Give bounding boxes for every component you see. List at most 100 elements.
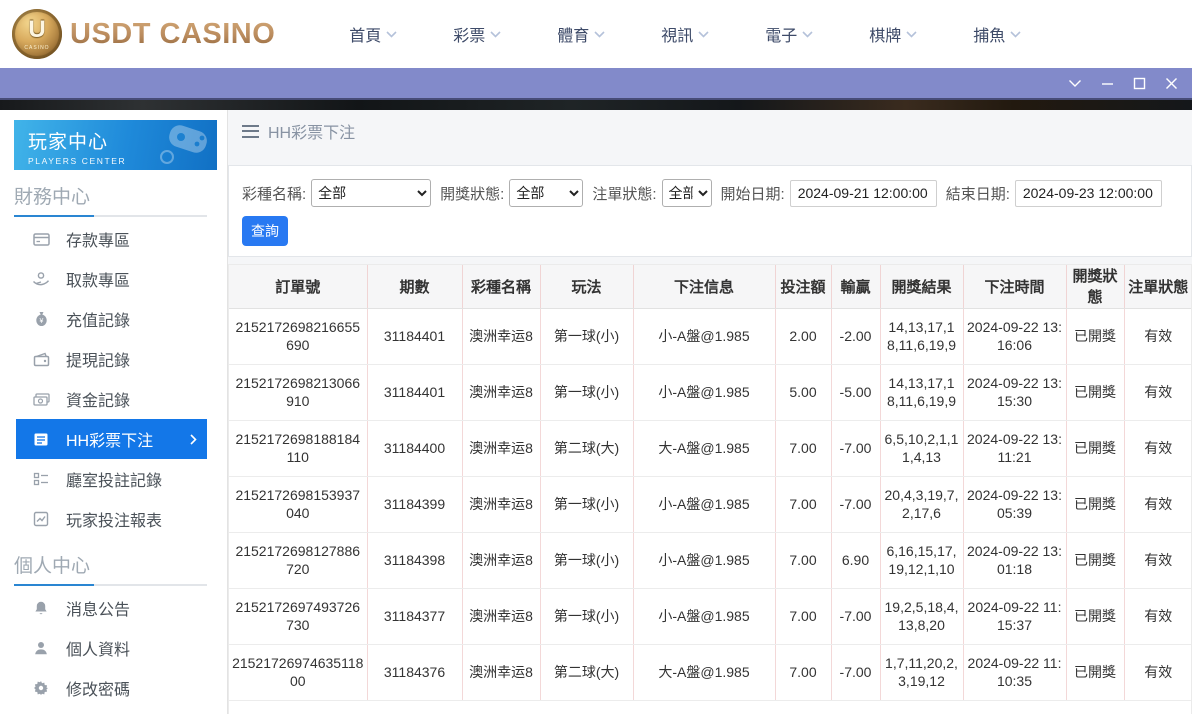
cell-play: 第一球(小) — [540, 308, 634, 365]
nav-label: 首頁 — [349, 28, 382, 45]
cell-win-loss: -5.00 — [831, 364, 881, 421]
sidebar-item-withdraw[interactable]: 取款專區 — [16, 259, 207, 299]
coin-letter: U — [28, 16, 46, 43]
cell-period: 31184400 — [367, 420, 463, 477]
draw-status-select[interactable]: 全部 — [509, 179, 584, 207]
cell-bet-time: 2024-09-22 11:15:37 — [963, 588, 1067, 645]
col-period: 期數 — [367, 265, 463, 309]
sidebar-item-label: 修改密碼 — [66, 682, 131, 699]
cell-lottery-name: 澳洲幸运8 — [462, 308, 541, 365]
ledger-book-icon — [32, 430, 50, 448]
cell-bet-info: 小-A盤@1.985 — [633, 364, 776, 421]
cell-bet-amount: 2.00 — [775, 308, 832, 365]
sidebar-item-recharge-record[interactable]: ¥ 充值記錄 — [16, 299, 207, 339]
menu-toggle-icon[interactable] — [242, 124, 259, 138]
table-row[interactable]: 2152172698127886720 31184398 澳洲幸运8 第一球(小… — [229, 532, 1191, 589]
sidebar-item-label: 存款專區 — [66, 233, 131, 250]
filter-label: 開獎狀態: — [440, 185, 505, 203]
cell-bet-time: 2024-09-22 13:15:30 — [963, 364, 1067, 421]
col-bet-amount: 投注額 — [775, 265, 832, 309]
cell-period: 31184398 — [367, 532, 463, 589]
filter-lottery-name: 彩種名稱: 全部 — [242, 179, 432, 207]
end-date-input[interactable] — [1014, 179, 1162, 207]
table-row[interactable]: 2152172698188184110 31184400 澳洲幸运8 第二球(大… — [229, 420, 1191, 477]
cell-play: 第一球(小) — [540, 476, 634, 533]
search-button[interactable]: 查詢 — [242, 216, 288, 246]
filter-actions: 查詢 — [242, 216, 1181, 246]
cell-bet-amount: 5.00 — [775, 364, 832, 421]
filter-label: 結束日期: — [945, 185, 1010, 203]
nav-label: 捕魚 — [973, 28, 1006, 45]
cell-play: 第一球(小) — [540, 532, 634, 589]
nav-item-sports[interactable]: 體育 — [529, 22, 633, 46]
nav-item-slots[interactable]: 電子 — [737, 22, 841, 46]
chevron-right-icon — [190, 433, 197, 445]
cell-period: 31184401 — [367, 308, 463, 365]
sidebar-item-change-password[interactable]: 修改密碼 — [16, 668, 207, 708]
table-row[interactable]: 2152172697493726730 31184377 澳洲幸运8 第一球(小… — [229, 588, 1191, 645]
sidebar-item-label: HH彩票下注 — [66, 433, 154, 450]
section-finance-label: 財務中心 — [14, 187, 91, 208]
sidebar-item-hh-lottery-bets[interactable]: HH彩票下注 — [16, 419, 207, 459]
sidebar-item-player-bet-report[interactable]: 玩家投注報表 — [16, 499, 207, 539]
sidebar-item-label: 提現記錄 — [66, 353, 131, 370]
personal-menu: 消息公告 個人資料 修改密碼 — [0, 588, 227, 708]
table-row[interactable]: 2152172698216655690 31184401 澳洲幸运8 第一球(小… — [229, 308, 1191, 365]
cell-play: 第一球(小) — [540, 588, 634, 645]
sidebar-item-label: 廳室投註記錄 — [66, 473, 163, 490]
cell-draw-result: 20,4,3,19,7,2,17,6 — [880, 476, 964, 533]
table-row[interactable]: 2152172697463511800 31184376 澳洲幸运8 第二球(大… — [229, 644, 1191, 701]
table-body: 2152172698216655690 31184401 澳洲幸运8 第一球(小… — [229, 308, 1191, 701]
sidebar-item-label: 消息公告 — [66, 602, 131, 619]
nav-label: 體育 — [557, 28, 590, 45]
filter-end-date: 結束日期: — [945, 179, 1162, 207]
col-order-status: 注單狀態 — [1124, 265, 1191, 309]
cell-lottery-name: 澳洲幸运8 — [462, 476, 541, 533]
cell-order-no: 2152172698127886720 — [229, 532, 368, 589]
filter-row: 彩種名稱: 全部 開獎狀態: 全部 注單狀態: 全部 開始日期: 結束日期: — [242, 179, 1181, 207]
nav-item-live[interactable]: 視訊 — [633, 22, 737, 46]
collapse-chevron-icon[interactable] — [1068, 79, 1082, 88]
brand-wordmark: USDT CASINO — [70, 17, 276, 50]
cell-bet-amount: 7.00 — [775, 532, 832, 589]
cell-bet-time: 2024-09-22 13:16:06 — [963, 308, 1067, 365]
col-bet-time: 下注時間 — [963, 265, 1067, 309]
filter-panel: 彩種名稱: 全部 開獎狀態: 全部 注單狀態: 全部 開始日期: 結束日期: — [228, 165, 1192, 257]
cell-order-status: 有效 — [1124, 476, 1191, 533]
cell-bet-time: 2024-09-22 13:11:21 — [963, 420, 1067, 477]
lottery-name-select[interactable]: 全部 — [311, 179, 432, 207]
order-status-select[interactable]: 全部 — [661, 179, 712, 207]
start-date-input[interactable] — [789, 179, 937, 207]
sidebar-item-deposit[interactable]: 存款專區 — [16, 219, 207, 259]
chevron-down-icon — [698, 30, 709, 38]
brand-logo[interactable]: U CASINO USDT CASINO — [12, 9, 275, 59]
cell-bet-info: 大-A盤@1.985 — [633, 644, 776, 701]
table-row[interactable]: 2152172698153937040 31184399 澳洲幸运8 第一球(小… — [229, 476, 1191, 533]
nav-item-cards[interactable]: 棋牌 — [841, 22, 945, 46]
cell-order-status: 有效 — [1124, 308, 1191, 365]
section-underline — [14, 584, 207, 586]
close-icon[interactable] — [1165, 77, 1178, 90]
cell-period: 31184376 — [367, 644, 463, 701]
cell-bet-amount: 7.00 — [775, 420, 832, 477]
nav-label: 電子 — [765, 28, 798, 45]
nav-item-lottery[interactable]: 彩票 — [425, 22, 529, 46]
chevron-down-icon — [802, 30, 813, 38]
sidebar-item-funds-record[interactable]: 資金記錄 — [16, 379, 207, 419]
sidebar-item-withdrawal-record[interactable]: 提現記錄 — [16, 339, 207, 379]
sidebar-item-announcements[interactable]: 消息公告 — [16, 588, 207, 628]
underline-accent — [14, 584, 94, 586]
filter-label: 彩種名稱: — [242, 185, 307, 203]
maximize-icon[interactable] — [1133, 77, 1146, 90]
nav-item-home[interactable]: 首頁 — [321, 22, 425, 46]
cell-bet-time: 2024-09-22 13:01:18 — [963, 532, 1067, 589]
nav-item-fishing[interactable]: 捕魚 — [945, 22, 1049, 46]
cell-period: 31184399 — [367, 476, 463, 533]
section-personal-label: 個人中心 — [14, 556, 91, 577]
sidebar-item-room-bet-record[interactable]: 廳室投註記錄 — [16, 459, 207, 499]
sidebar-item-profile[interactable]: 個人資料 — [16, 628, 207, 668]
players-center-banner: 玩家中心 PLAYERS CENTER — [14, 120, 217, 170]
deposit-card-icon — [32, 230, 50, 248]
table-row[interactable]: 2152172698213066910 31184401 澳洲幸运8 第一球(小… — [229, 364, 1191, 421]
minimize-icon[interactable] — [1101, 77, 1114, 90]
